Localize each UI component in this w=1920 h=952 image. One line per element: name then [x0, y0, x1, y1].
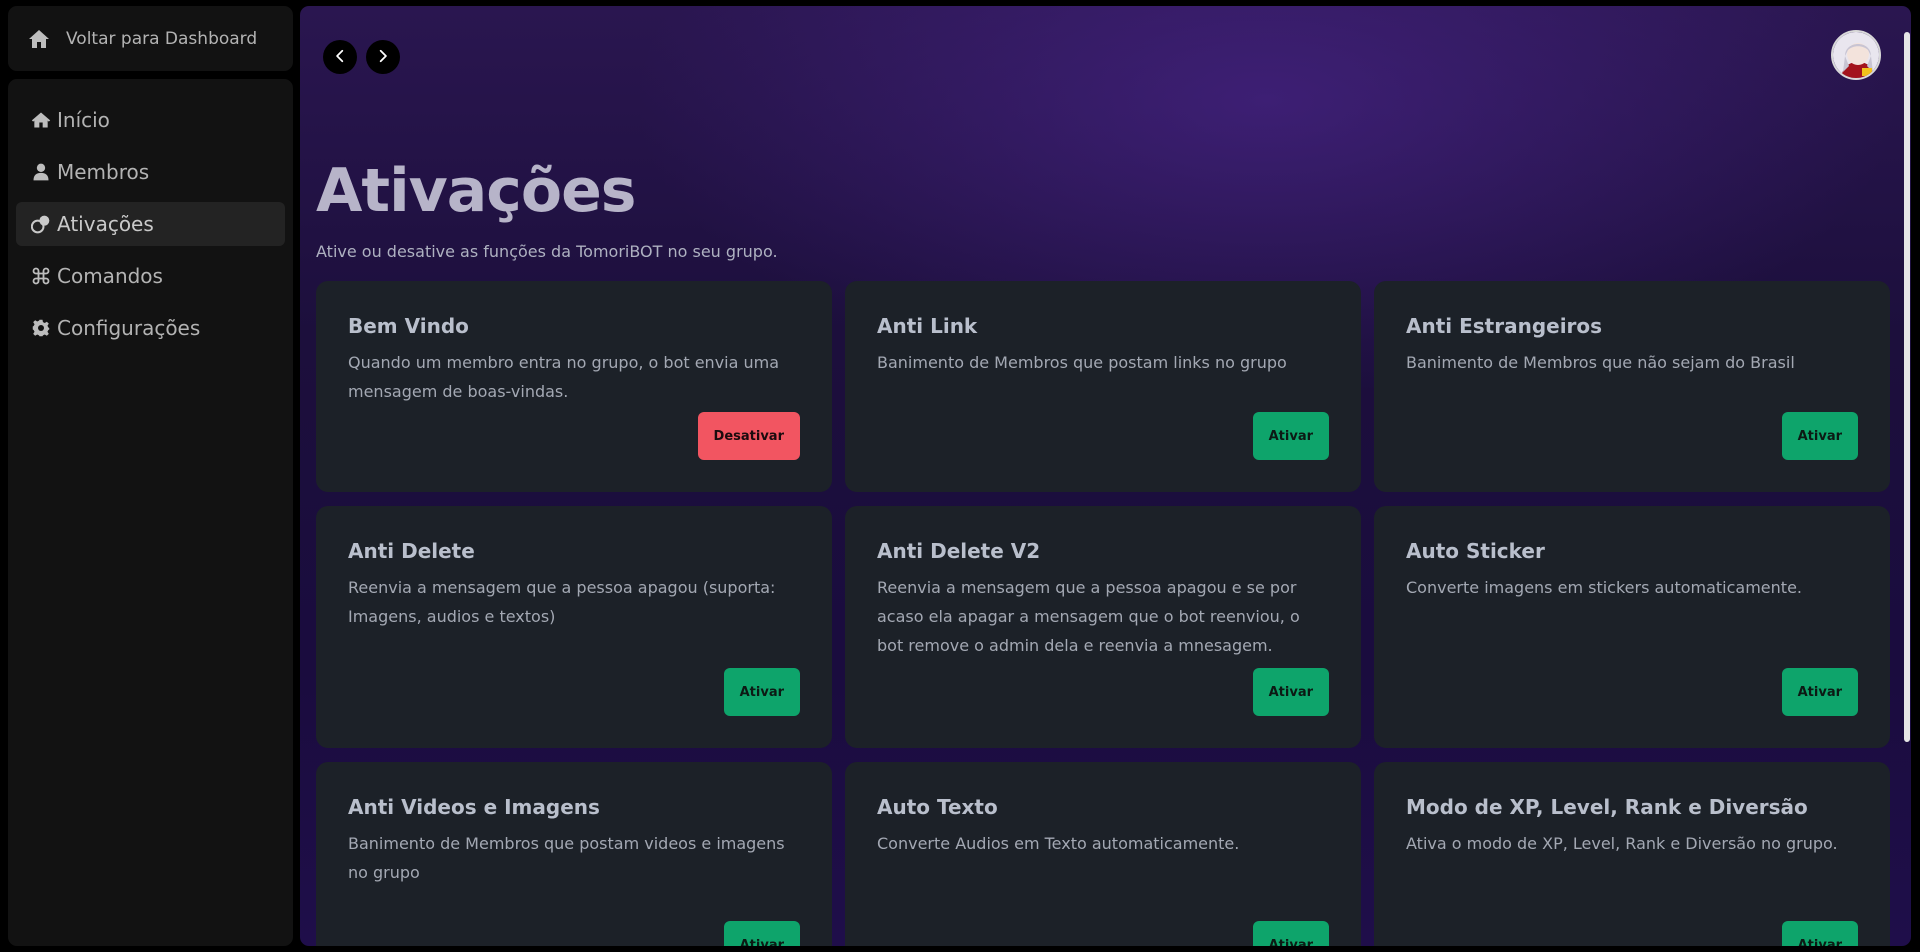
card-description: Reenvia a mensagem que a pessoa apagou (… — [348, 578, 776, 626]
activate-button[interactable]: Ativar — [1252, 412, 1329, 460]
card-title: Anti Link — [877, 314, 978, 338]
card-anti-delete: Anti Delete Reenvia a mensagem que a pes… — [316, 506, 832, 748]
card-modo-xp: Modo de XP, Level, Rank e Diversão Ativa… — [1374, 762, 1890, 946]
card-title: Auto Sticker — [1406, 539, 1545, 563]
activate-button[interactable]: Ativar — [1252, 668, 1329, 716]
card-anti-link: Anti Link Banimento de Membros que posta… — [845, 281, 1361, 492]
scrollbar[interactable] — [1903, 6, 1911, 946]
card-anti-delete-v2: Anti Delete V2 Reenvia a mensagem que a … — [845, 506, 1361, 748]
sidebar-item-comandos[interactable]: Comandos — [16, 254, 285, 298]
sidebar-item-ativacoes[interactable]: Ativações — [16, 202, 285, 246]
activate-button[interactable]: Ativar — [1781, 412, 1858, 460]
activate-button[interactable]: Ativar — [1781, 921, 1858, 946]
card-anti-estrangeiros: Anti Estrangeiros Banimento de Membros q… — [1374, 281, 1890, 492]
card-anti-videos-imagens: Anti Videos e Imagens Banimento de Membr… — [316, 762, 832, 946]
sidebar-item-label: Membros — [57, 160, 150, 184]
card-description: Converte imagens em stickers automaticam… — [1406, 578, 1802, 597]
toggle-icon — [31, 214, 51, 234]
user-icon — [31, 162, 51, 182]
sidebar-item-label: Ativações — [57, 212, 154, 236]
card-title: Auto Texto — [877, 795, 998, 819]
activate-button[interactable]: Ativar — [723, 921, 800, 946]
sidebar-item-label: Configurações — [57, 316, 201, 340]
card-description: Quando um membro entra no grupo, o bot e… — [348, 353, 780, 401]
back-to-dashboard-label: Voltar para Dashboard — [66, 28, 258, 49]
command-icon — [31, 266, 51, 286]
card-title: Bem Vindo — [348, 314, 469, 338]
home-icon — [31, 110, 51, 130]
sidebar-item-label: Início — [57, 108, 110, 132]
card-auto-sticker: Auto Sticker Converte imagens em sticker… — [1374, 506, 1890, 748]
top-bar — [300, 6, 1911, 106]
page-title: Ativações — [316, 156, 636, 226]
page-subtitle: Ative ou desative as funções da TomoriBO… — [316, 242, 778, 261]
card-bem-vindo: Bem Vindo Quando um membro entra no grup… — [316, 281, 832, 492]
back-to-dashboard-button[interactable]: Voltar para Dashboard — [8, 6, 293, 71]
card-title: Anti Delete V2 — [877, 539, 1041, 563]
back-arrow-button[interactable] — [323, 40, 357, 74]
deactivate-button[interactable]: Desativar — [697, 412, 800, 460]
card-description: Converte Audios em Texto automaticamente… — [877, 834, 1240, 853]
sidebar-item-inicio[interactable]: Início — [16, 98, 285, 142]
sidebar-item-label: Comandos — [57, 264, 163, 288]
card-description: Banimento de Membros que postam videos e… — [348, 834, 785, 882]
card-description: Reenvia a mensagem que a pessoa apagou e… — [877, 578, 1300, 655]
card-title: Anti Estrangeiros — [1406, 314, 1603, 338]
sidebar-item-configuracoes[interactable]: Configurações — [16, 306, 285, 350]
forward-arrow-button[interactable] — [366, 40, 400, 74]
activate-button[interactable]: Ativar — [1781, 668, 1858, 716]
chevron-left-icon — [333, 48, 347, 67]
home-icon — [27, 27, 51, 51]
card-title: Modo de XP, Level, Rank e Diversão — [1406, 795, 1808, 819]
activate-button[interactable]: Ativar — [723, 668, 800, 716]
chevron-right-icon — [376, 48, 390, 67]
activation-cards-grid: Bem Vindo Quando um membro entra no grup… — [316, 281, 1891, 946]
card-description: Ativa o modo de XP, Level, Rank e Divers… — [1406, 834, 1838, 853]
card-description: Banimento de Membros que postam links no… — [877, 353, 1287, 372]
card-title: Anti Videos e Imagens — [348, 795, 600, 819]
sidebar-nav: Início Membros Ativações Comandos Config… — [8, 79, 293, 946]
scrollbar-thumb[interactable] — [1904, 32, 1910, 742]
activate-button[interactable]: Ativar — [1252, 921, 1329, 946]
card-auto-texto: Auto Texto Converte Audios em Texto auto… — [845, 762, 1361, 946]
sidebar-item-membros[interactable]: Membros — [16, 150, 285, 194]
sidebar: Voltar para Dashboard Início Membros Ati… — [8, 6, 293, 946]
gear-icon — [31, 318, 51, 338]
card-title: Anti Delete — [348, 539, 475, 563]
avatar[interactable] — [1831, 30, 1881, 80]
main-content: Ativações Ative ou desative as funções d… — [300, 6, 1911, 946]
card-description: Banimento de Membros que não sejam do Br… — [1406, 353, 1795, 372]
